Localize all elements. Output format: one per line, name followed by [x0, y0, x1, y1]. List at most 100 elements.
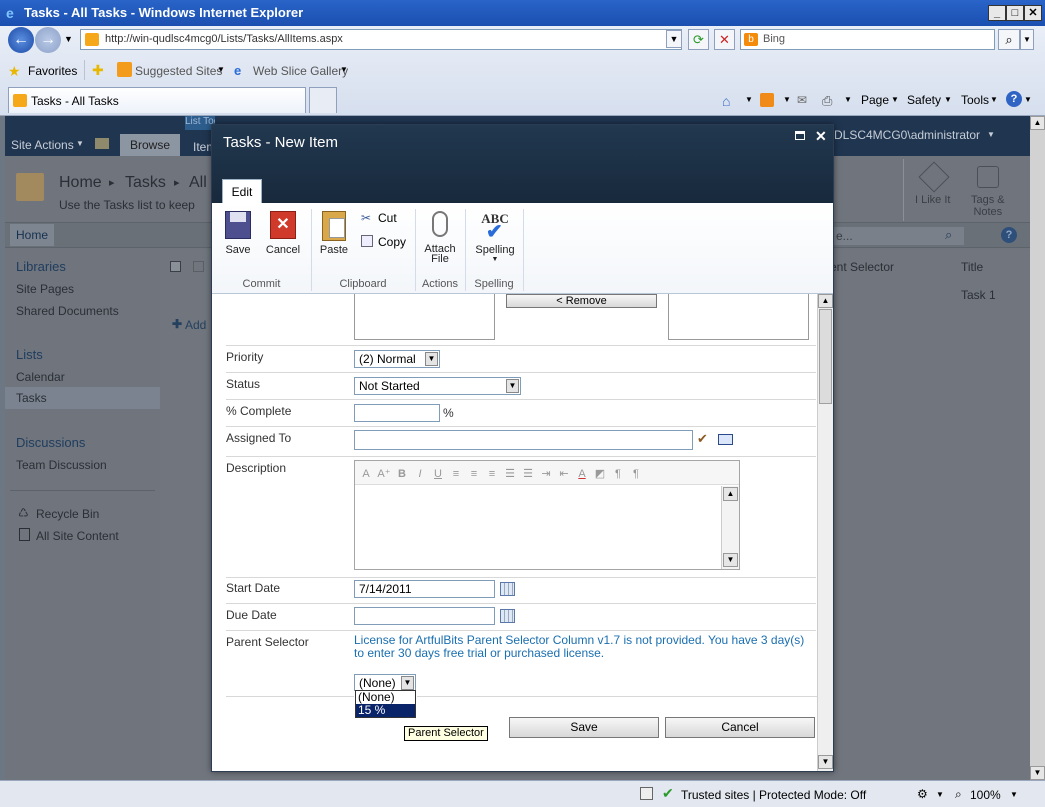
column-parent-selector[interactable]: ent Selector [830, 260, 894, 274]
search-icon[interactable]: ⌕ [998, 29, 1020, 50]
ql-lists[interactable]: Lists [16, 347, 43, 362]
help-icon[interactable]: ? [1001, 227, 1017, 243]
spelling-button[interactable]: ABC ✔ Spelling ▼ [472, 211, 518, 263]
back-button[interactable]: ← [8, 27, 34, 53]
feeds-dropdown-icon[interactable]: ▼ [783, 95, 791, 104]
paste-button[interactable]: Paste [316, 211, 352, 256]
align-right-icon[interactable]: ≡ [483, 468, 501, 480]
percent-complete-input[interactable] [354, 404, 440, 422]
top-nav-home[interactable]: Home [10, 224, 54, 246]
security-zone[interactable]: Trusted sites | Protected Mode: Off [681, 788, 866, 802]
editor-scrollbar[interactable]: ▲ ▼ [721, 486, 739, 569]
add-icon[interactable]: ✚ [172, 317, 182, 331]
new-tab-button[interactable] [309, 87, 337, 113]
tab-browse[interactable]: Browse [120, 134, 180, 156]
ql-recycle-bin[interactable]: Recycle Bin [36, 507, 99, 521]
safety-menu[interactable]: Safety [907, 93, 941, 107]
calendar-icon[interactable] [500, 582, 515, 596]
address-dropdown-icon[interactable]: ▼ [666, 30, 682, 48]
select-all-checkbox[interactable] [170, 261, 181, 272]
breadcrumb-tasks[interactable]: Tasks [125, 174, 166, 192]
tools-menu[interactable]: Tools [961, 93, 989, 107]
ql-all-site-content[interactable]: All Site Content [36, 529, 119, 543]
suggested-sites-dropdown-icon[interactable]: ▼ [217, 65, 225, 74]
status-dropdown-icon[interactable]: ▼ [936, 790, 944, 799]
help-icon[interactable]: ? [1006, 91, 1022, 107]
assigned-to-input[interactable] [354, 430, 693, 450]
suggested-sites-link[interactable]: Suggested Sites [135, 64, 222, 78]
background-color-icon[interactable]: ◩ [591, 467, 609, 480]
page-dropdown-icon[interactable]: ▼ [891, 95, 899, 104]
form-save-button[interactable]: Save [509, 717, 659, 738]
form-cancel-button[interactable]: Cancel [665, 717, 815, 738]
ql-libraries[interactable]: Libraries [16, 259, 66, 274]
dialog-scrollbar[interactable]: ▲ ▼ [817, 294, 833, 771]
protected-mode-icon[interactable]: ⚙ [917, 787, 928, 801]
ql-tasks[interactable]: Tasks [16, 391, 47, 405]
ltr-icon[interactable]: ¶ [609, 468, 627, 480]
history-dropdown-icon[interactable]: ▼ [64, 34, 73, 44]
save-button[interactable]: Save [220, 211, 256, 256]
search-box[interactable]: b Bing [740, 29, 995, 50]
maximize-dialog-icon[interactable] [795, 131, 805, 140]
underline-icon[interactable]: U [429, 468, 447, 480]
tags-notes-icon[interactable] [977, 166, 999, 188]
close-dialog-icon[interactable]: ✕ [815, 128, 827, 145]
refresh-button[interactable]: ⟳ [688, 29, 709, 50]
feeds-icon[interactable] [760, 93, 774, 107]
i-like-it-icon[interactable] [918, 161, 950, 193]
align-center-icon[interactable]: ≡ [465, 468, 483, 480]
font-icon[interactable]: A [357, 468, 375, 480]
column-title[interactable]: Title [961, 260, 983, 274]
close-window-button[interactable]: ✕ [1024, 5, 1042, 21]
print-dropdown-icon[interactable]: ▼ [844, 95, 852, 104]
description-editor[interactable]: A A⁺ B I U ≡ ≡ ≡ ☰ ☰ ⇥ ⇤ A ◩ ¶ ¶ ▲ ▼ [354, 460, 740, 570]
stop-button[interactable]: ✕ [714, 29, 735, 50]
outdent-icon[interactable]: ⇤ [555, 467, 573, 480]
check-names-icon[interactable]: ✔ [697, 431, 708, 447]
status-select[interactable]: Not Started ▼ [354, 377, 521, 395]
safety-dropdown-icon[interactable]: ▼ [944, 95, 952, 104]
scroll-up-icon[interactable]: ▲ [1030, 116, 1045, 130]
address-bar[interactable]: http://win-qudlsc4mcg0/Lists/Tasks/AllIt… [80, 29, 682, 50]
due-date-input[interactable] [354, 607, 495, 625]
address-book-icon[interactable] [718, 434, 733, 445]
remove-button[interactable]: < Remove [506, 294, 657, 308]
copy-button[interactable]: Copy [378, 235, 406, 249]
add-favorite-icon[interactable]: ✚ [92, 62, 104, 79]
maximize-button[interactable]: □ [1006, 5, 1024, 21]
breadcrumb-all[interactable]: All [189, 174, 207, 192]
scroll-up-icon[interactable]: ▲ [723, 487, 738, 501]
text-color-icon[interactable]: A [573, 468, 591, 480]
web-slice-dropdown-icon[interactable]: ▼ [340, 65, 348, 74]
ql-team-discussion[interactable]: Team Discussion [16, 458, 107, 472]
tools-dropdown-icon[interactable]: ▼ [990, 95, 998, 104]
forward-button[interactable]: → [35, 27, 61, 53]
minimize-button[interactable]: _ [988, 5, 1006, 21]
search-icon[interactable]: ⌕ [945, 227, 952, 243]
indent-icon[interactable]: ⇥ [537, 467, 555, 480]
available-items-list[interactable] [354, 294, 495, 340]
dropdown-option-15[interactable]: 15 % [356, 704, 415, 717]
site-actions-menu[interactable]: Site Actions [11, 138, 74, 152]
browser-tab[interactable]: Tasks - All Tasks [8, 87, 306, 113]
scroll-up-icon[interactable]: ▲ [818, 294, 833, 308]
bold-icon[interactable]: B [393, 468, 411, 480]
mail-icon[interactable]: ✉ [797, 93, 807, 107]
page-menu[interactable]: Page [861, 93, 889, 107]
user-menu[interactable]: DLSC4MCG0\administrator [834, 128, 980, 142]
ql-site-pages[interactable]: Site Pages [16, 282, 74, 296]
cancel-button[interactable]: ✕ Cancel [263, 211, 303, 256]
italic-icon[interactable]: I [411, 468, 429, 480]
scroll-thumb[interactable] [819, 309, 832, 404]
calendar-icon[interactable] [500, 609, 515, 623]
parent-selector-select[interactable]: (None) ▼ [354, 674, 416, 691]
scroll-down-icon[interactable]: ▼ [1030, 766, 1045, 780]
zoom-level[interactable]: 100% [970, 788, 1001, 802]
home-icon[interactable]: ⌂ [722, 93, 730, 109]
priority-select[interactable]: (2) Normal ▼ [354, 350, 440, 368]
task-title-cell[interactable]: Task 1 [961, 288, 996, 302]
page-scrollbar[interactable]: ▲ ▼ [1030, 116, 1045, 780]
navigate-up-icon[interactable] [95, 138, 109, 149]
home-dropdown-icon[interactable]: ▼ [745, 95, 753, 104]
